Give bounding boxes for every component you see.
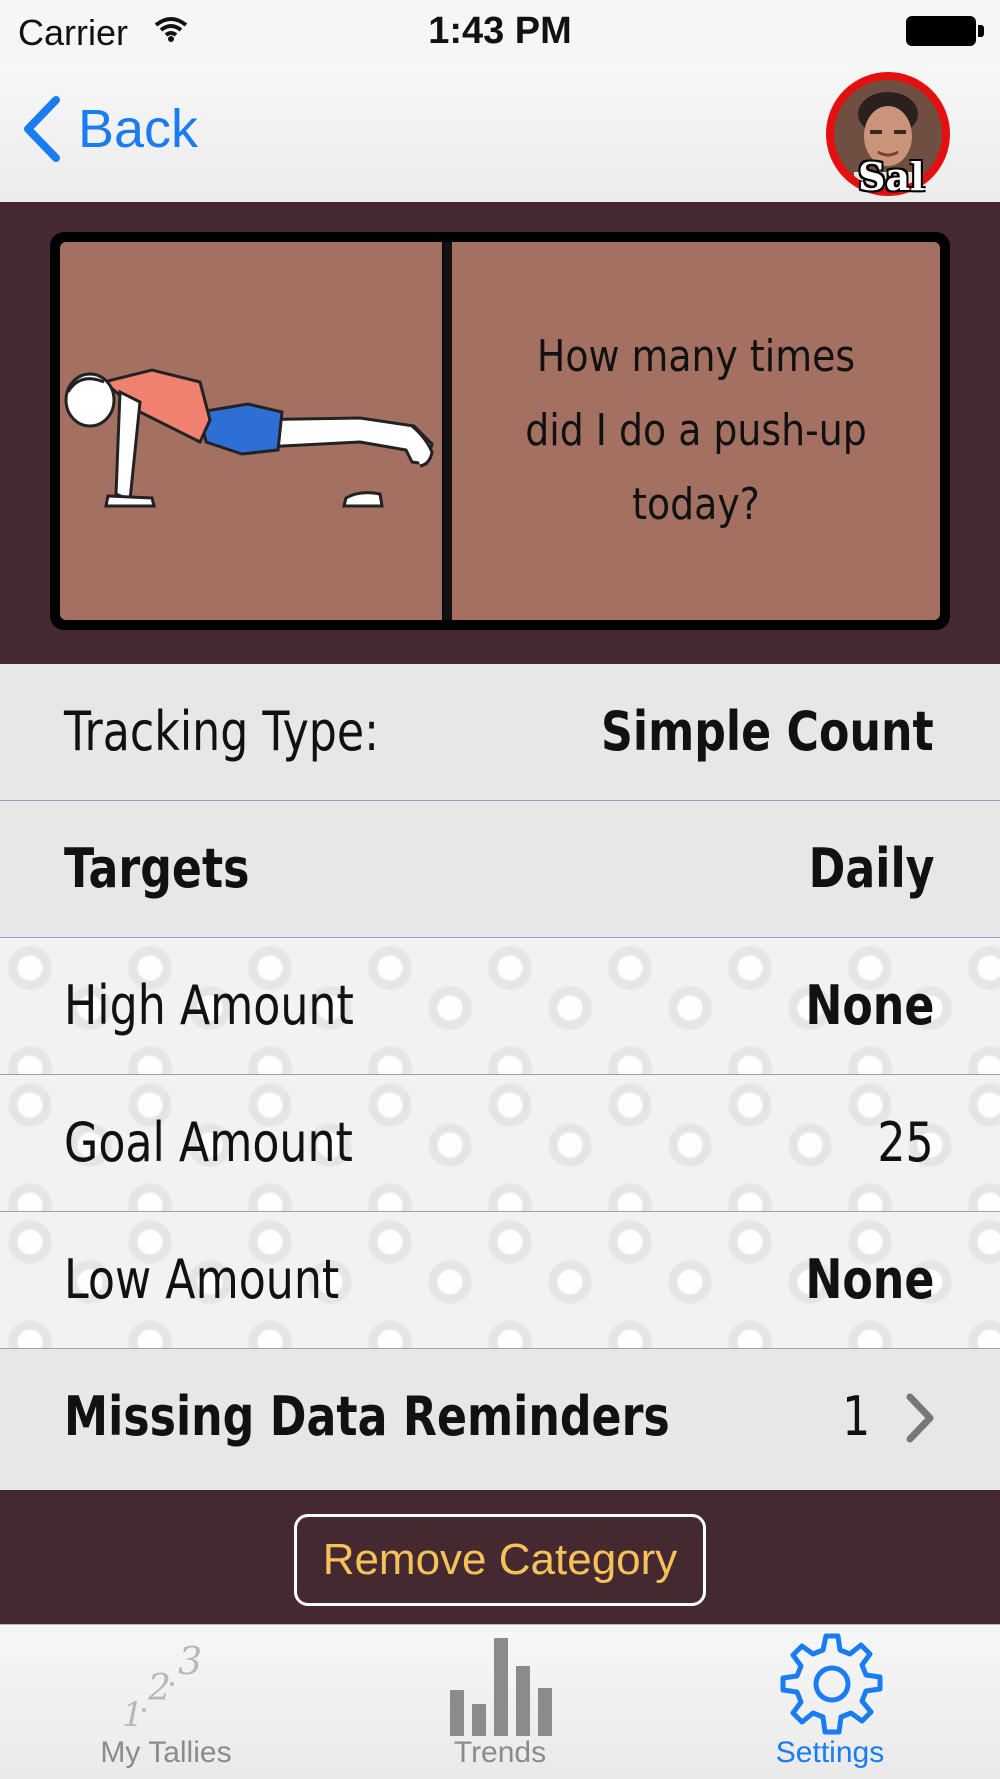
tab-label-my-tallies: My Tallies xyxy=(100,1736,232,1769)
low-amount-label: Low Amount xyxy=(64,1248,340,1311)
tab-label-settings: Settings xyxy=(775,1736,885,1769)
tally-icon: 1 2 3 xyxy=(122,1639,202,1734)
bar-chart-icon xyxy=(450,1638,552,1736)
status-time: 1:43 PM xyxy=(428,10,572,52)
goal-amount-value: 25 xyxy=(877,1111,934,1174)
back-button[interactable]: Back xyxy=(22,96,198,162)
targets-value: Daily xyxy=(808,837,934,900)
tracking-type-label: Tracking Type: xyxy=(64,700,380,763)
low-amount-value: None xyxy=(804,1248,934,1311)
missing-data-reminders-value: 1 xyxy=(841,1385,870,1448)
high-amount-row[interactable]: High Amount None xyxy=(0,938,1000,1075)
missing-data-reminders-label: Missing Data Reminders xyxy=(64,1385,670,1448)
goal-amount-row[interactable]: Goal Amount 25 xyxy=(0,1075,1000,1212)
avatar-name: Sal xyxy=(858,154,925,199)
targets-label: Targets xyxy=(64,837,250,900)
gear-icon xyxy=(780,1633,883,1735)
card-divider xyxy=(443,242,452,620)
missing-data-reminders-row[interactable]: Missing Data Reminders 1 xyxy=(0,1349,1000,1490)
status-bar: Carrier 1:43 PM xyxy=(0,0,1000,66)
category-image[interactable] xyxy=(60,242,442,620)
goal-amount-label: Goal Amount xyxy=(64,1111,353,1174)
tab-label-trends: Trends xyxy=(453,1736,547,1769)
tab-settings[interactable]: Settings xyxy=(720,1624,940,1778)
chevron-left-icon xyxy=(24,96,60,162)
push-up-illustration xyxy=(64,368,434,508)
tab-trends[interactable]: Trends xyxy=(390,1624,610,1778)
category-question-panel[interactable]: How many times did I do a push-up today? xyxy=(452,242,940,620)
back-label: Back xyxy=(78,99,199,159)
svg-text:1: 1 xyxy=(122,1695,144,1734)
high-amount-label: High Amount xyxy=(64,974,354,1037)
tab-my-tallies[interactable]: 1 2 3 My Tallies xyxy=(56,1624,276,1778)
remove-category-button[interactable]: Remove Category xyxy=(294,1514,706,1606)
tracking-type-value: Simple Count xyxy=(601,700,934,763)
category-question: How many times did I do a push-up today? xyxy=(525,331,867,530)
svg-text:2: 2 xyxy=(147,1668,171,1709)
battery-icon xyxy=(906,16,976,46)
navigation-bar: Back Sal xyxy=(0,66,1000,203)
low-amount-row[interactable]: Low Amount None xyxy=(0,1212,1000,1349)
tracking-type-row[interactable]: Tracking Type: Simple Count xyxy=(0,664,1000,801)
high-amount-value: None xyxy=(804,974,934,1037)
battery-tip xyxy=(978,25,984,37)
chevron-right-icon xyxy=(906,1393,934,1443)
targets-row[interactable]: Targets Daily xyxy=(0,801,1000,938)
svg-text:3: 3 xyxy=(178,1639,202,1683)
